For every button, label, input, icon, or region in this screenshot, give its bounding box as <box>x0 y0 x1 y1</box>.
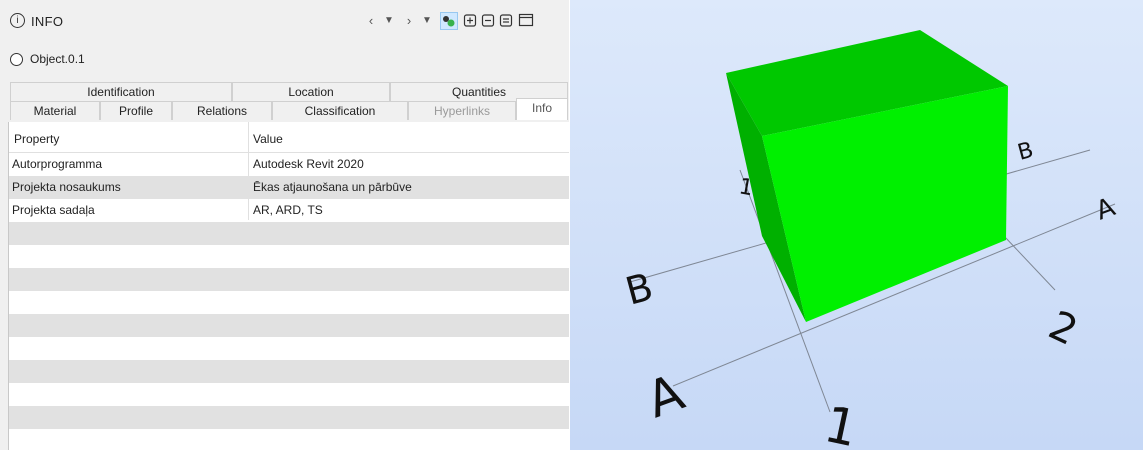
object-radio[interactable] <box>10 53 23 66</box>
window-layout-glyph <box>518 13 534 27</box>
table-row[interactable]: Projekta nosaukums Ēkas atjaunošana un p… <box>9 176 569 199</box>
axis-label-1-top: 1 <box>737 174 755 201</box>
empty-row <box>9 429 569 452</box>
empty-row <box>9 291 569 314</box>
empty-row <box>9 245 569 268</box>
select-objects-icon[interactable] <box>440 12 458 30</box>
table-row[interactable]: Projekta sadaļa AR, ARD, TS <box>9 199 569 222</box>
tab-relations[interactable]: Relations <box>172 101 272 120</box>
table-header: Property Value <box>9 122 569 153</box>
empty-row <box>9 314 569 337</box>
value-cell: Autodesk Revit 2020 <box>253 157 364 171</box>
property-cell: Projekta nosaukums <box>12 180 121 194</box>
axis-label-a-left: A <box>639 363 691 429</box>
empty-row <box>9 406 569 429</box>
value-cell: Ēkas atjaunošana un pārbūve <box>253 180 412 194</box>
empty-row <box>9 268 569 291</box>
tab-classification[interactable]: Classification <box>272 101 408 120</box>
panel-titlebar: i INFO ‹ ▼ › ▼ <box>0 0 569 42</box>
empty-row <box>9 337 569 360</box>
window-layout-icon[interactable] <box>517 12 535 30</box>
select-objects-glyph <box>443 16 455 27</box>
header-value[interactable]: Value <box>253 122 283 152</box>
axis-label-2: 2 <box>1042 302 1085 354</box>
collapse-all-icon[interactable] <box>480 12 496 30</box>
collapse-all-glyph <box>481 14 495 27</box>
tab-info[interactable]: Info <box>516 98 568 120</box>
3d-viewport[interactable]: A B 1 2 A B 1 <box>570 0 1143 450</box>
tab-profile[interactable]: Profile <box>100 101 172 120</box>
property-table: Property Value Autorprogramma Autodesk R… <box>8 122 569 450</box>
property-cell: Autorprogramma <box>12 157 103 171</box>
3d-scene: A B 1 2 A B 1 <box>621 30 1119 450</box>
prev-dropdown-icon[interactable]: ▼ <box>382 12 396 30</box>
empty-row <box>9 383 569 406</box>
expand-all-glyph <box>463 14 477 27</box>
axis-label-b-left: B <box>621 264 658 313</box>
tab-material[interactable]: Material <box>10 101 100 120</box>
property-cell: Projekta sadaļa <box>12 203 95 217</box>
collapse-level-glyph <box>499 14 513 27</box>
axis-label-a-right: A <box>1092 192 1119 226</box>
next-icon[interactable]: › <box>402 12 416 30</box>
info-panel: i INFO ‹ ▼ › ▼ Object.0.1 Identification… <box>0 0 569 450</box>
info-icon: i <box>10 13 25 28</box>
tab-location[interactable]: Location <box>232 82 390 101</box>
value-cell: AR, ARD, TS <box>253 203 323 217</box>
prev-icon[interactable]: ‹ <box>364 12 378 30</box>
expand-all-icon[interactable] <box>462 12 478 30</box>
tab-hyperlinks[interactable]: Hyperlinks <box>408 101 516 120</box>
next-dropdown-icon[interactable]: ▼ <box>420 12 434 30</box>
tab-identification[interactable]: Identification <box>10 82 232 101</box>
empty-row <box>9 360 569 383</box>
axis-label-1-bottom: 1 <box>820 395 863 450</box>
object-name: Object.0.1 <box>30 52 85 66</box>
panel-title: INFO <box>31 14 64 29</box>
axis-label-b-right: B <box>1015 138 1036 166</box>
collapse-level-icon[interactable] <box>498 12 514 30</box>
empty-row <box>9 222 569 245</box>
header-property[interactable]: Property <box>14 122 59 152</box>
table-row[interactable]: Autorprogramma Autodesk Revit 2020 <box>9 153 569 176</box>
